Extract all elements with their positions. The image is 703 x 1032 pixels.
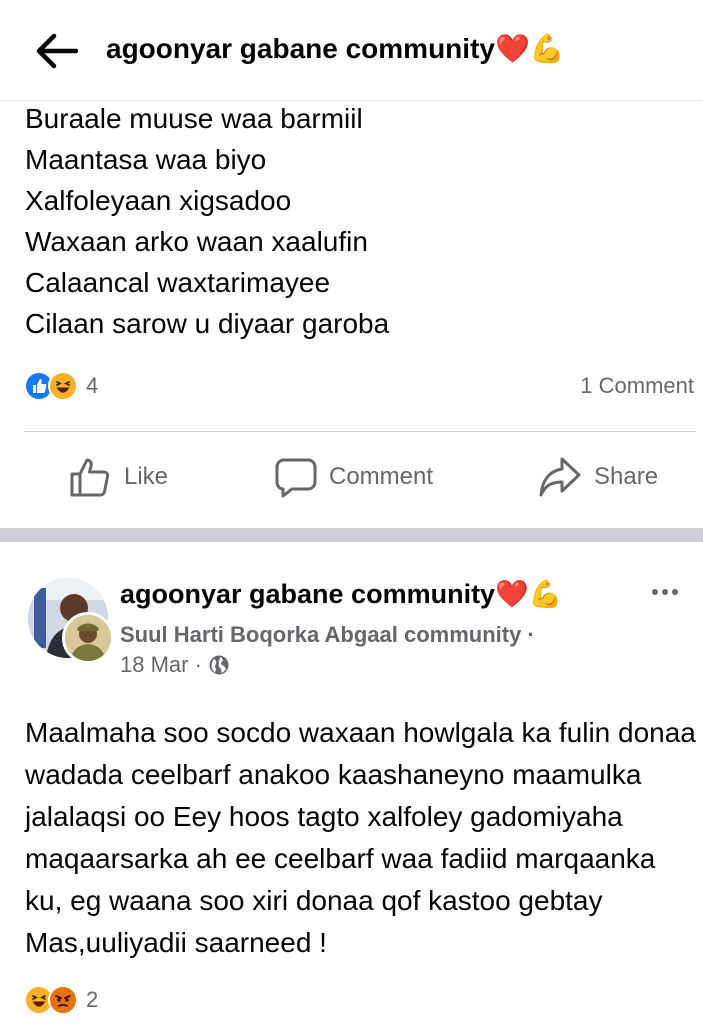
post-group-name[interactable]: agoonyar gabane community❤️💪 bbox=[120, 578, 562, 610]
more-options-button[interactable] bbox=[645, 578, 685, 606]
reaction-count: 2 bbox=[86, 987, 99, 1012]
angry-icon bbox=[48, 985, 78, 1015]
avatar[interactable] bbox=[28, 578, 114, 664]
post-separator bbox=[0, 528, 703, 542]
post-body: Maalmaha soo socdo waxaan howlgala ka fu… bbox=[25, 717, 696, 958]
post-meta: 18 Mar · bbox=[120, 652, 230, 678]
reaction-summary[interactable]: 4 bbox=[24, 370, 98, 402]
share-icon bbox=[539, 457, 581, 497]
dot-icon bbox=[652, 589, 658, 595]
post-line: Waxaan arko waan xaalufin bbox=[25, 226, 368, 257]
top-bar: agoonyar gabane community❤️💪 bbox=[0, 0, 703, 100]
post-line: Calaancal waxtarimayee bbox=[25, 267, 331, 298]
dot-icon bbox=[662, 589, 668, 595]
post-line: Cilaan sarow u diyaar garoba bbox=[25, 308, 390, 339]
action-bar: Like Comment Share bbox=[0, 448, 703, 506]
post-line: Buraale muuse waa barmiil bbox=[25, 103, 363, 134]
comment-label: Comment bbox=[329, 463, 434, 490]
divider bbox=[24, 431, 696, 432]
back-button[interactable] bbox=[30, 28, 82, 74]
globe-icon bbox=[209, 655, 229, 675]
post-author[interactable]: Suul Harti Boqorka Abgaal community · bbox=[120, 622, 535, 648]
like-label: Like bbox=[124, 463, 169, 490]
user-avatar[interactable] bbox=[62, 612, 114, 664]
post-line: Maantasa waa biyo bbox=[25, 144, 267, 175]
dot-icon bbox=[672, 589, 678, 595]
like-button[interactable]: Like bbox=[68, 448, 168, 506]
reaction-summary[interactable]: 2 bbox=[24, 984, 98, 1016]
share-label: Share bbox=[594, 463, 659, 490]
comment-icon bbox=[275, 458, 317, 498]
reaction-count: 4 bbox=[86, 373, 99, 398]
comments-count-link[interactable]: 1 Comment bbox=[580, 373, 694, 399]
post-text: Buraale muuse waa barmiil Maantasa waa b… bbox=[25, 98, 685, 344]
thumbs-up-icon bbox=[70, 458, 110, 497]
page-title: agoonyar gabane community❤️💪 bbox=[106, 33, 565, 64]
haha-icon bbox=[48, 371, 78, 401]
arrow-left-icon bbox=[36, 33, 78, 69]
share-button[interactable]: Share bbox=[538, 448, 658, 506]
comment-button[interactable]: Comment bbox=[275, 448, 433, 506]
post-line: Xalfoleyaan xigsadoo bbox=[25, 185, 292, 216]
post-date[interactable]: 18 Mar · bbox=[120, 652, 202, 678]
